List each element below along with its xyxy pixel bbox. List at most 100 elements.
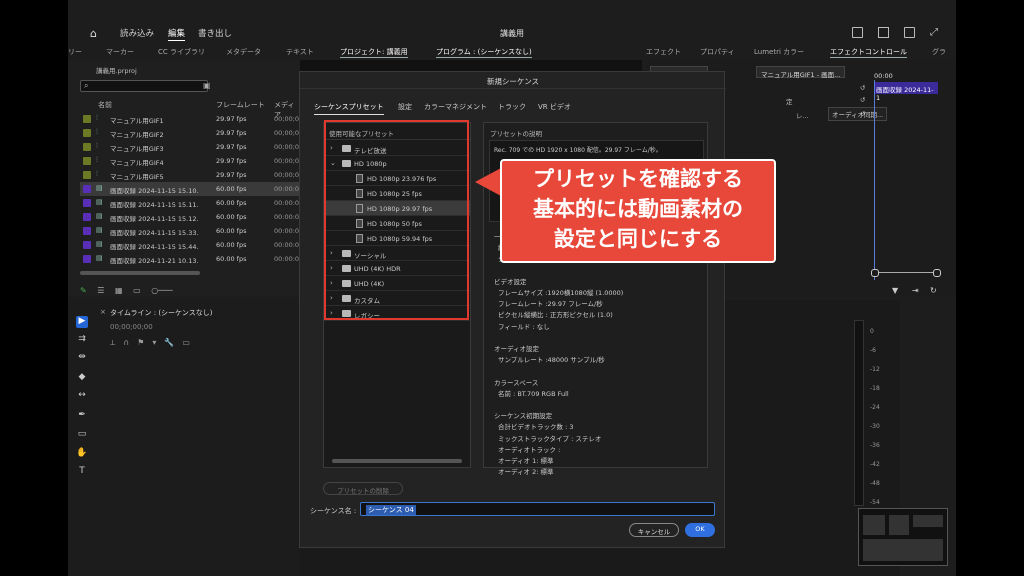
tab-lumetri[interactable]: Lumetri カラー xyxy=(754,47,804,57)
timeline-title: タイムライン : (シーケンスなし) xyxy=(110,309,213,317)
search-icon: ⌕ xyxy=(84,81,89,90)
tab-program[interactable]: プログラム : (シーケンスなし) xyxy=(436,47,532,58)
tab-markers[interactable]: マーカー xyxy=(106,47,134,57)
item-name: マニュアル用GIF3 xyxy=(110,145,164,153)
tab-lib[interactable]: リー xyxy=(68,47,82,57)
column-framerate[interactable]: フレームレート xyxy=(216,100,265,110)
search-input[interactable]: ⌕ xyxy=(80,80,208,92)
rectangle-icon[interactable]: ▭ xyxy=(76,429,88,441)
tab-effects[interactable]: エフェクト xyxy=(646,47,681,57)
ec-clip-tab[interactable]: マニュアル用GIF1 - 画面... xyxy=(756,66,846,79)
clip-icon: ▤ xyxy=(96,240,103,248)
label-color-swatch[interactable] xyxy=(83,255,91,263)
meter-db-label: 0 xyxy=(870,328,874,335)
project-item[interactable]: ▤ 画面収録 2024-11-15 15.11. 60.00 fps 00:00:00 xyxy=(80,196,303,210)
preset-description-label: プリセットの説明 xyxy=(490,130,542,138)
sequence-name-input[interactable]: シーケンス 04 xyxy=(360,502,715,516)
project-item[interactable]: ⫶ マニュアル用GIF5 29.97 fps 00;00;00 xyxy=(80,168,303,182)
tab-graphics[interactable]: グラ xyxy=(932,47,946,57)
pen-icon[interactable]: ✒ xyxy=(76,410,88,422)
thumb-block-1 xyxy=(863,515,885,535)
ec-timecode: 00:00 xyxy=(874,72,893,80)
audio-sync-dropdown[interactable]: オーディオ同期... xyxy=(828,107,888,121)
project-item[interactable]: ▤ 画面収録 2024-11-15 15.44. 60.00 fps 00:00:00 xyxy=(80,238,303,252)
project-item[interactable]: ⫶ マニュアル用GIF2 29.97 fps 00;00;00 xyxy=(80,126,303,140)
preset-detail-line: フレームサイズ :1920横1080縦 (1.0000) xyxy=(498,289,624,297)
project-item[interactable]: ⫶ マニュアル用GIF4 29.97 fps 00;00;00 xyxy=(80,154,303,168)
export-icon[interactable]: ⇥ xyxy=(912,286,919,295)
project-item[interactable]: ▤ 画面収録 2024-11-15 15.33. 60.00 fps 00:00:00 xyxy=(80,224,303,238)
label-color-swatch[interactable] xyxy=(83,227,91,235)
item-framerate: 29.97 fps xyxy=(216,171,247,179)
hand-icon[interactable]: ✋ xyxy=(76,448,88,460)
tab-tracks[interactable]: トラック xyxy=(498,102,526,112)
panel-icon[interactable] xyxy=(904,27,915,38)
selection-tool-icon[interactable]: ▶ xyxy=(76,316,88,328)
meter-db-label: -24 xyxy=(870,404,880,411)
reset-icon[interactable]: ↺ xyxy=(860,84,865,92)
label-color-swatch[interactable] xyxy=(83,157,91,165)
timeline-timecode[interactable]: 00;00;00;00 xyxy=(110,323,153,331)
loop-icon[interactable]: ↻ xyxy=(930,286,937,295)
column-name[interactable]: 名前 xyxy=(98,100,112,110)
tab-text[interactable]: テキスト xyxy=(286,47,314,57)
tab-cc-libraries[interactable]: CC ライブラリ xyxy=(158,47,205,57)
preset-detail-line: オーディオトラック : xyxy=(498,445,561,454)
project-item[interactable]: ▤ 画面収録 2024-11-21 10.13. 60.00 fps 00:00:00 xyxy=(80,252,303,266)
slip-icon[interactable]: ↔ xyxy=(76,390,88,402)
new-bin-icon[interactable]: ▣ xyxy=(203,81,211,90)
ok-button[interactable]: OK xyxy=(685,523,715,537)
fullscreen-icon[interactable]: ⤢ xyxy=(930,27,941,38)
close-icon[interactable]: × xyxy=(100,308,106,316)
track-select-icon[interactable]: ⇉ xyxy=(76,334,88,346)
preset-detail-line: フィールド : なし xyxy=(498,322,550,331)
zoom-slider[interactable]: ○─── xyxy=(151,286,172,295)
tab-sequence-presets[interactable]: シーケンスプリセット xyxy=(314,102,384,115)
tab-metadata[interactable]: メタデータ xyxy=(226,47,261,57)
pencil-icon[interactable]: ✎ xyxy=(80,286,87,295)
cancel-button[interactable]: キャンセル xyxy=(629,523,679,537)
share-icon[interactable] xyxy=(878,27,889,38)
tab-settings[interactable]: 設定 xyxy=(398,102,412,112)
delete-preset-button[interactable]: プリセットの削除 xyxy=(323,482,403,495)
item-framerate: 60.00 fps xyxy=(216,241,247,249)
ec-playhead[interactable] xyxy=(874,80,875,280)
timeline-tool-icons[interactable]: ⟂∩⚑▾🔧▭ xyxy=(110,338,198,348)
type-icon[interactable]: T xyxy=(76,466,88,478)
ec-clip-bar[interactable]: 画面収録 2024-11-1 xyxy=(874,82,938,102)
clip-icon: ▤ xyxy=(96,226,103,234)
label-color-swatch[interactable] xyxy=(83,241,91,249)
label-color-swatch[interactable] xyxy=(83,143,91,151)
label-color-swatch[interactable] xyxy=(83,115,91,123)
tab-effect-controls[interactable]: エフェクトコントロール xyxy=(830,47,907,58)
ripple-edit-icon[interactable]: ⇹ xyxy=(76,352,88,364)
program-tab-row: プログラム : (シーケンスなし) xyxy=(436,44,636,60)
tab-color-management[interactable]: カラーマネジメント xyxy=(424,102,487,112)
label-color-swatch[interactable] xyxy=(83,213,91,221)
project-panel: 講義用.prproj ⌕ ▣ 名前 フレームレート メディア ⫶ マニュアル用GI… xyxy=(68,60,303,296)
tab-vr-video[interactable]: VR ビデオ xyxy=(538,102,571,112)
project-scrollbar[interactable] xyxy=(80,271,200,275)
project-item[interactable]: ⫶ マニュアル用GIF1 29.97 fps 00;00;00 xyxy=(80,112,303,126)
ec-zoom-bar[interactable] xyxy=(871,269,941,277)
meter-db-label: -54 xyxy=(870,499,880,506)
preset-scrollbar[interactable] xyxy=(332,459,462,463)
workspace-icon[interactable] xyxy=(852,27,863,38)
tab-project[interactable]: プロジェクト: 講義用 xyxy=(340,47,408,58)
label-color-swatch[interactable] xyxy=(83,171,91,179)
reset-icon-3[interactable]: ↺ xyxy=(860,110,865,118)
label-color-swatch[interactable] xyxy=(83,185,91,193)
icon-view-icon[interactable]: ▦ xyxy=(115,286,123,295)
tab-properties[interactable]: プロパティ xyxy=(700,47,735,57)
project-item[interactable]: ▤ 画面収録 2024-11-15 15.12. 60.00 fps 00:00:00 xyxy=(80,210,303,224)
list-view-icon[interactable]: ☰ xyxy=(97,286,104,295)
label-color-swatch[interactable] xyxy=(83,129,91,137)
filter-icon[interactable]: ▼ xyxy=(892,286,898,295)
label-color-swatch[interactable] xyxy=(83,199,91,207)
reset-icon-2[interactable]: ↺ xyxy=(860,96,865,104)
project-item[interactable]: ▤ 画面収録 2024-11-15 15.10. 60.00 fps 00:00:00 xyxy=(80,182,303,196)
preset-description-text: Rec. 709 での HD 1920 x 1080 配信。29.97 フレーム… xyxy=(494,147,662,154)
freeform-view-icon[interactable]: ▭ xyxy=(133,286,141,295)
razor-icon[interactable]: ◆ xyxy=(76,372,88,384)
project-item[interactable]: ⫶ マニュアル用GIF3 29.97 fps 00;00;00 xyxy=(80,140,303,154)
